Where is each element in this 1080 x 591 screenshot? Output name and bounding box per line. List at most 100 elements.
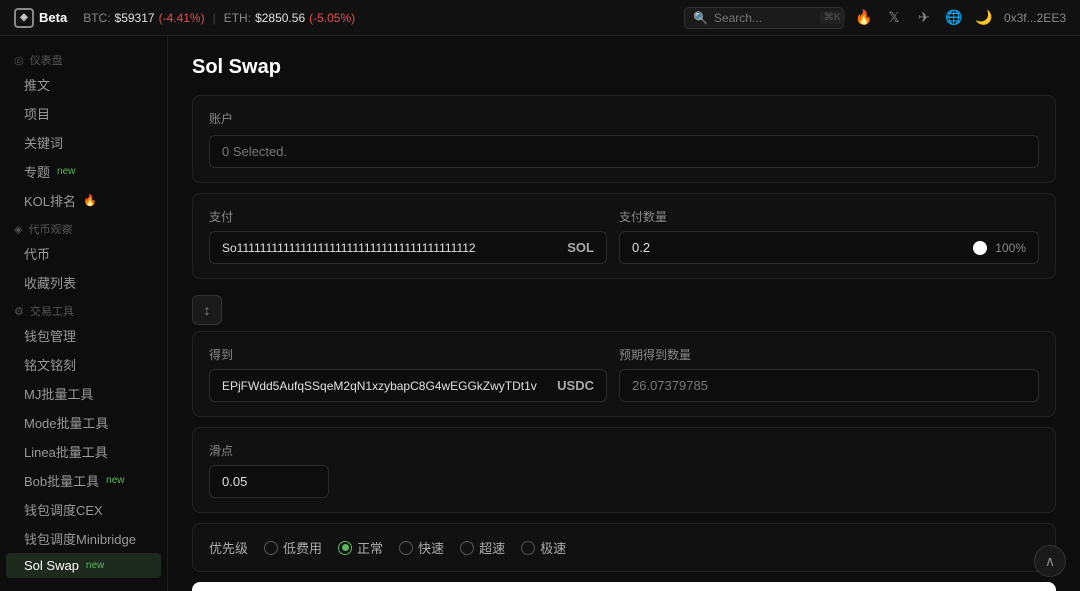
pay-label: 支付 bbox=[209, 208, 607, 225]
sidebar-section-tokens: ◈ 代币观察 bbox=[0, 215, 167, 239]
sidebar-section-dashboard: ◎ 仪表盘 bbox=[0, 46, 167, 70]
eth-price: ETH: $2850.56 (-5.05%) bbox=[224, 11, 355, 25]
receive-card: 得到 USDC 预期得到数量 26.07379785 bbox=[192, 331, 1056, 417]
pay-section: 支付 SOL bbox=[209, 208, 607, 264]
wallet-address[interactable]: 0x3f...2EE3 bbox=[1004, 11, 1066, 25]
kol-fire-icon: 🔥 bbox=[83, 194, 97, 207]
sidebar-item-sol-swap[interactable]: Sol Swap new bbox=[6, 553, 161, 578]
search-shortcut: ⌘K bbox=[820, 11, 845, 24]
priority-option-fast[interactable]: 快速 bbox=[399, 538, 444, 557]
sidebar-item-tweets[interactable]: 推文 bbox=[0, 70, 167, 99]
priority-option-turbo[interactable]: 超速 bbox=[460, 538, 505, 557]
sidebar-item-watchlist[interactable]: 收藏列表 bbox=[0, 268, 167, 297]
sidebar: ◎ 仪表盘 推文 项目 关键词 专题 new KOL排名 🔥 ◈ 代币观察 代币… bbox=[0, 36, 168, 591]
expected-value-row: 26.07379785 bbox=[619, 369, 1039, 402]
btc-price: BTC: $59317 (-4.41%) bbox=[83, 11, 204, 25]
layout: ◎ 仪表盘 推文 项目 关键词 专题 new KOL排名 🔥 ◈ 代币观察 代币… bbox=[0, 36, 1080, 591]
logo-icon: ◈ bbox=[14, 8, 34, 28]
sidebar-item-minibridge[interactable]: 钱包调度Minibridge bbox=[0, 524, 167, 553]
search-input[interactable] bbox=[714, 11, 814, 25]
sidebar-item-keywords[interactable]: 关键词 bbox=[0, 128, 167, 157]
tools-icon: ⚙ bbox=[14, 305, 24, 318]
account-label: 账户 bbox=[209, 110, 1039, 127]
bob-badge: new bbox=[106, 475, 124, 486]
fire-icon[interactable]: 🔥 bbox=[854, 8, 874, 28]
section-tokens-label: 代币观察 bbox=[28, 221, 72, 237]
pay-input-row: SOL bbox=[209, 231, 607, 264]
receive-address-input[interactable] bbox=[222, 379, 549, 393]
logo-label: Beta bbox=[39, 10, 67, 25]
topics-label: 专题 bbox=[24, 162, 50, 181]
amount-input[interactable] bbox=[632, 240, 682, 255]
expected-section: 预期得到数量 26.07379785 bbox=[619, 346, 1039, 402]
slippage-input[interactable] bbox=[209, 465, 329, 498]
sidebar-item-mj-batch[interactable]: MJ批量工具 bbox=[0, 379, 167, 408]
radio-normal bbox=[338, 541, 352, 555]
sidebar-item-topics[interactable]: 专题 new bbox=[0, 157, 167, 186]
tokens-icon: ◈ bbox=[14, 223, 22, 236]
radio-ultra bbox=[521, 541, 535, 555]
globe-icon[interactable]: 🌐 bbox=[944, 8, 964, 28]
sidebar-item-mode-batch[interactable]: Mode批量工具 bbox=[0, 408, 167, 437]
amount-input-row: 100% bbox=[619, 231, 1039, 264]
sidebar-item-inscription[interactable]: 铭文铭刻 bbox=[0, 350, 167, 379]
pay-token: SOL bbox=[567, 240, 594, 255]
sidebar-item-wallet-mgmt[interactable]: 钱包管理 bbox=[0, 321, 167, 350]
topbar: ◈ Beta BTC: $59317 (-4.41%) | ETH: $2850… bbox=[0, 0, 1080, 36]
radio-low bbox=[264, 541, 278, 555]
priority-row: 优先级 低费用 正常 快速 超速 bbox=[209, 538, 1039, 557]
pay-address-input[interactable] bbox=[222, 241, 559, 255]
tweets-label: 推文 bbox=[24, 75, 50, 94]
sidebar-item-kol[interactable]: KOL排名 🔥 bbox=[0, 186, 167, 215]
sidebar-item-linea-batch[interactable]: Linea批量工具 bbox=[0, 437, 167, 466]
priority-option-normal[interactable]: 正常 bbox=[338, 538, 383, 557]
scroll-top-button[interactable]: ∧ bbox=[1034, 545, 1066, 577]
twitter-icon[interactable]: 𝕏 bbox=[884, 8, 904, 28]
section-tools-label: 交易工具 bbox=[30, 303, 74, 319]
logo[interactable]: ◈ Beta bbox=[14, 8, 67, 28]
sol-swap-badge: new bbox=[86, 560, 104, 571]
priority-turbo-label: 超速 bbox=[479, 538, 505, 557]
expected-label: 预期得到数量 bbox=[619, 346, 1039, 363]
price-ticker: BTC: $59317 (-4.41%) | ETH: $2850.56 (-5… bbox=[83, 11, 355, 25]
sidebar-section-tools: ⚙ 交易工具 bbox=[0, 297, 167, 321]
theme-icon[interactable]: 🌙 bbox=[974, 8, 994, 28]
receive-input-row: USDC bbox=[209, 369, 607, 402]
percent-label: 100% bbox=[995, 241, 1026, 255]
swap-button[interactable]: Swap bbox=[192, 582, 1056, 591]
amount-label: 支付数量 bbox=[619, 208, 1039, 225]
main-content: Sol Swap 账户 0 Selected. 支付 SOL 支付数量 bbox=[168, 36, 1080, 591]
topbar-right: 🔍 ⌘K 🔥 𝕏 ✈ 🌐 🌙 0x3f...2EE3 bbox=[684, 7, 1066, 29]
receive-label: 得到 bbox=[209, 346, 607, 363]
receive-section: 得到 USDC bbox=[209, 346, 607, 402]
slider-container: 100% bbox=[690, 241, 1026, 255]
page-title: Sol Swap bbox=[192, 56, 1056, 79]
sidebar-item-projects[interactable]: 项目 bbox=[0, 99, 167, 128]
search-box[interactable]: 🔍 ⌘K bbox=[684, 7, 844, 29]
priority-low-label: 低费用 bbox=[283, 538, 322, 557]
sidebar-item-wallet-cex[interactable]: 钱包调度CEX bbox=[0, 495, 167, 524]
receive-token: USDC bbox=[557, 378, 594, 393]
sidebar-item-token[interactable]: 代币 bbox=[0, 239, 167, 268]
account-row[interactable]: 0 Selected. bbox=[209, 135, 1039, 168]
swap-direction-button[interactable]: ↕ bbox=[192, 295, 222, 325]
priority-label: 优先级 bbox=[209, 538, 248, 557]
priority-fast-label: 快速 bbox=[418, 538, 444, 557]
search-icon: 🔍 bbox=[693, 11, 708, 25]
slippage-card: 滑点 bbox=[192, 427, 1056, 513]
priority-ultra-label: 极速 bbox=[540, 538, 566, 557]
priority-card: 优先级 低费用 正常 快速 超速 bbox=[192, 523, 1056, 572]
sidebar-item-bob-batch[interactable]: Bob批量工具 new bbox=[0, 466, 167, 495]
radio-fast bbox=[399, 541, 413, 555]
amount-slider[interactable] bbox=[690, 246, 987, 250]
account-card: 账户 0 Selected. bbox=[192, 95, 1056, 183]
telegram-icon[interactable]: ✈ bbox=[914, 8, 934, 28]
swap-arrow-section: ↕ bbox=[192, 289, 1056, 331]
section-dashboard-label: 仪表盘 bbox=[30, 52, 63, 68]
dashboard-icon: ◎ bbox=[14, 54, 24, 67]
priority-option-ultra[interactable]: 极速 bbox=[521, 538, 566, 557]
amount-section: 支付数量 100% bbox=[619, 208, 1039, 264]
priority-normal-label: 正常 bbox=[357, 538, 383, 557]
priority-option-low[interactable]: 低费用 bbox=[264, 538, 322, 557]
projects-label: 项目 bbox=[24, 104, 50, 123]
